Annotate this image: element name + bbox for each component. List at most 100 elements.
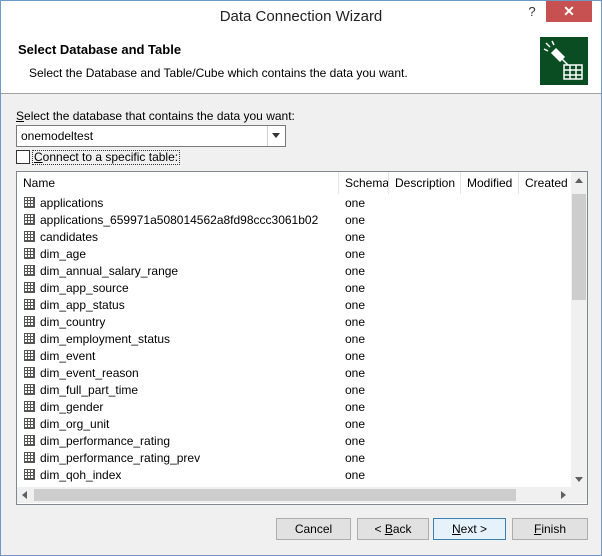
table-name: dim_qoh_index <box>40 468 122 482</box>
table-schema: one <box>345 400 366 414</box>
scroll-left-icon[interactable] <box>22 491 27 499</box>
table-grid-icon <box>24 333 35 344</box>
table-schema: one <box>345 417 366 431</box>
specific-table-checkbox[interactable] <box>16 150 30 164</box>
table-row[interactable]: dim_app_source one <box>17 280 570 297</box>
table-name: candidates <box>40 230 99 244</box>
table-schema: one <box>345 332 366 346</box>
wizard-window: Data Connection Wizard ? ✕ Select Databa… <box>0 0 602 556</box>
column-header-modified[interactable]: Modified <box>461 172 519 194</box>
table-schema: one <box>345 213 366 227</box>
table-grid-icon <box>24 418 35 429</box>
back-button[interactable]: < Back <box>357 518 429 540</box>
table-row[interactable]: dim_performance_rating one <box>17 433 570 450</box>
scrollbar-corner <box>571 487 587 503</box>
table-name: dim_app_source <box>40 281 129 295</box>
table-row[interactable]: dim_qoh_index one <box>17 467 570 484</box>
column-header-name[interactable]: Name <box>17 172 339 194</box>
close-button[interactable]: ✕ <box>546 1 592 22</box>
table-schema: one <box>345 451 366 465</box>
chevron-down-icon[interactable] <box>267 126 285 146</box>
table-grid-icon <box>24 401 35 412</box>
table-name: dim_annual_salary_range <box>40 264 179 278</box>
step-description: Select the Database and Table/Cube which… <box>29 66 408 80</box>
table-grid-icon <box>24 452 35 463</box>
table-schema: one <box>345 468 366 482</box>
table-name: dim_event <box>40 349 96 363</box>
title-bar: Data Connection Wizard ? ✕ <box>1 1 601 32</box>
table-row[interactable]: dim_org_unit one <box>17 416 570 433</box>
database-select[interactable]: onemodeltest <box>16 125 286 147</box>
horizontal-scroll-thumb[interactable] <box>34 489 516 501</box>
table-name: dim_performance_rating <box>40 434 171 448</box>
table-name: dim_employment_status <box>40 332 171 346</box>
table-schema: one <box>345 196 366 210</box>
vertical-scroll-thumb[interactable] <box>572 194 586 300</box>
vertical-scrollbar[interactable] <box>571 172 587 487</box>
table-name: dim_full_part_time <box>40 383 139 397</box>
table-row[interactable]: dim_country one <box>17 314 570 331</box>
table-row[interactable]: dim_annual_salary_range one <box>17 263 570 280</box>
table-name: dim_org_unit <box>40 417 110 431</box>
table-schema: one <box>345 383 366 397</box>
table-grid-icon <box>24 265 35 276</box>
table-row[interactable]: applications_659971a508014562a8fd98ccc30… <box>17 212 570 229</box>
data-connection-wizard-icon <box>540 37 588 85</box>
database-select-value: onemodeltest <box>21 129 94 143</box>
table-name: applications_659971a508014562a8fd98ccc30… <box>40 213 319 227</box>
table-row[interactable]: dim_full_part_time one <box>17 382 570 399</box>
table-schema: one <box>345 366 366 380</box>
table-row[interactable]: dim_event one <box>17 348 570 365</box>
table-schema: one <box>345 264 366 278</box>
table-name: dim_performance_rating_prev <box>40 451 201 465</box>
column-header-created[interactable]: Created <box>519 172 571 194</box>
table-grid-icon <box>24 197 35 208</box>
table-name: applications <box>40 196 104 210</box>
table-row[interactable]: applications one <box>17 195 570 212</box>
table-grid-icon <box>24 469 35 480</box>
table-row[interactable]: dim_employment_status one <box>17 331 570 348</box>
table-row[interactable]: dim_gender one <box>17 399 570 416</box>
table-grid-icon <box>24 231 35 242</box>
table-grid-icon <box>24 248 35 259</box>
table-name: dim_country <box>40 315 106 329</box>
table-list[interactable]: Name Schema Description Modified Created… <box>16 171 588 505</box>
table-grid-icon <box>24 350 35 361</box>
table-name: dim_event_reason <box>40 366 139 380</box>
database-label: Select the database that contains the da… <box>16 109 295 123</box>
table-schema: one <box>345 434 366 448</box>
table-schema: one <box>345 298 366 312</box>
table-grid-icon <box>24 435 35 446</box>
table-name: dim_app_status <box>40 298 125 312</box>
table-name: dim_age <box>40 247 87 261</box>
table-grid-icon <box>24 282 35 293</box>
horizontal-scrollbar[interactable] <box>17 487 571 503</box>
table-schema: one <box>345 247 366 261</box>
table-row[interactable]: dim_age one <box>17 246 570 263</box>
table-schema: one <box>345 315 366 329</box>
cancel-button[interactable]: Cancel <box>276 518 351 540</box>
window-title: Data Connection Wizard <box>219 8 383 25</box>
table-grid-icon <box>24 384 35 395</box>
table-grid-icon <box>24 299 35 310</box>
specific-table-label[interactable]: Connect to a specific table: <box>32 150 181 165</box>
table-schema: one <box>345 230 366 244</box>
scroll-up-icon[interactable] <box>575 178 583 183</box>
table-grid-icon <box>24 367 35 378</box>
next-button[interactable]: Next > <box>433 518 506 540</box>
finish-button[interactable]: Finish <box>512 518 588 540</box>
table-row[interactable]: dim_app_status one <box>17 297 570 314</box>
column-header-schema[interactable]: Schema <box>339 172 389 194</box>
table-row[interactable]: candidates one <box>17 229 570 246</box>
help-button[interactable]: ? <box>519 1 545 25</box>
table-row[interactable]: dim_performance_rating_prev one <box>17 450 570 467</box>
scroll-right-icon[interactable] <box>561 491 566 499</box>
step-title: Select Database and Table <box>18 42 182 57</box>
table-row[interactable]: dim_event_reason one <box>17 365 570 382</box>
table-name: dim_gender <box>40 400 104 414</box>
table-schema: one <box>345 281 366 295</box>
header-panel: Select Database and Table Select the Dat… <box>1 32 601 94</box>
column-header-description[interactable]: Description <box>389 172 461 194</box>
scroll-down-icon[interactable] <box>575 477 583 482</box>
table-grid-icon <box>24 316 35 327</box>
